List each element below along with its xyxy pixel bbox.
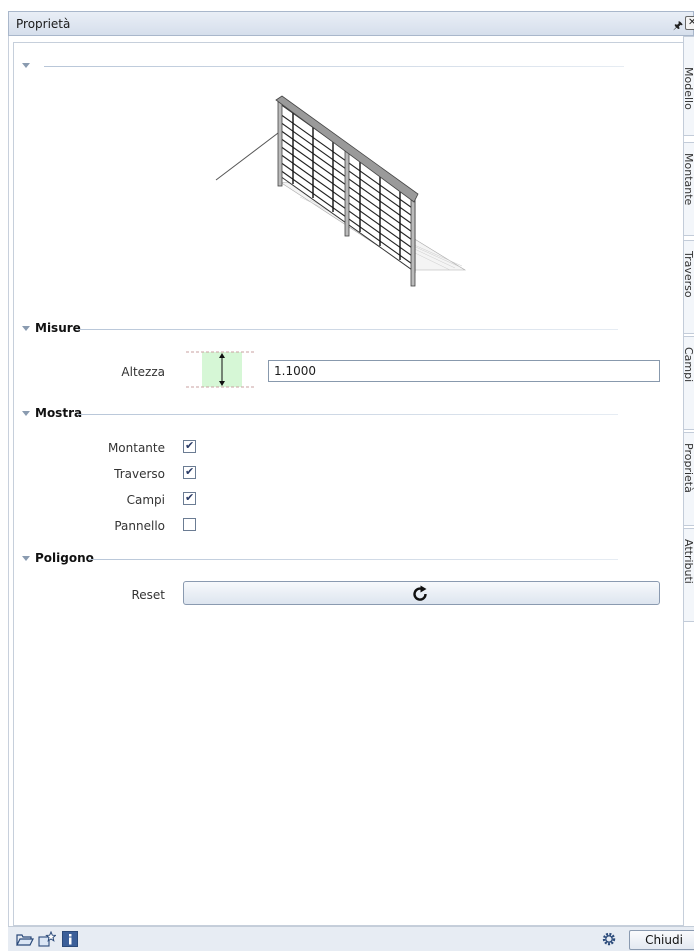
section-divider bbox=[78, 329, 618, 330]
tab-modello[interactable]: Modello bbox=[683, 36, 694, 136]
chiudi-button[interactable]: Chiudi bbox=[629, 930, 694, 950]
altezza-label: Altezza bbox=[121, 365, 165, 379]
status-bar: Chiudi bbox=[8, 926, 694, 951]
close-icon[interactable]: ✕ bbox=[685, 16, 694, 30]
tab-label: Campi bbox=[683, 347, 694, 383]
section-title: Poligono bbox=[35, 551, 94, 565]
traverso-label: Traverso bbox=[114, 467, 165, 481]
pannello-checkbox[interactable] bbox=[183, 518, 196, 531]
tab-attributi[interactable]: Attributi bbox=[683, 528, 694, 622]
montante-checkbox[interactable] bbox=[183, 439, 196, 453]
tab-traverso[interactable]: Traverso bbox=[683, 240, 694, 334]
section-title: Misure bbox=[35, 321, 81, 335]
tab-label: Montante bbox=[683, 153, 694, 206]
tab-campi[interactable]: Campi bbox=[683, 336, 694, 430]
mostra-section-header[interactable]: Mostra bbox=[22, 406, 622, 422]
pin-icon[interactable]: 🖈 bbox=[673, 17, 683, 36]
palette-title: Proprietà bbox=[16, 17, 71, 31]
tab-proprieta[interactable]: Proprietà bbox=[683, 432, 694, 526]
refresh-icon bbox=[413, 585, 427, 601]
campi-checkbox[interactable] bbox=[183, 491, 196, 505]
misure-section-header[interactable]: Misure bbox=[22, 321, 622, 337]
section-divider bbox=[78, 414, 618, 415]
tab-label: Proprietà bbox=[683, 443, 694, 493]
settings-icon[interactable] bbox=[600, 931, 618, 947]
side-tab-strip: Modello Montante Traverso Campi Propriet… bbox=[683, 36, 694, 660]
montante-label: Montante bbox=[107, 441, 165, 455]
favorites-icon[interactable] bbox=[38, 931, 56, 947]
altezza-input[interactable]: 1.1000 bbox=[268, 360, 660, 382]
collapse-triangle-icon[interactable] bbox=[22, 556, 30, 561]
railing-preview-image bbox=[215, 95, 467, 287]
tab-label: Modello bbox=[683, 67, 694, 110]
tab-label: Traverso bbox=[683, 251, 694, 298]
collapse-triangle-icon[interactable] bbox=[22, 326, 30, 331]
info-icon[interactable] bbox=[61, 931, 79, 947]
tab-label: Attributi bbox=[683, 539, 694, 584]
poligono-section-header[interactable]: Poligono bbox=[22, 551, 622, 567]
reset-button[interactable] bbox=[183, 581, 660, 605]
palette-titlebar: Proprietà 🖈 ✕ bbox=[8, 11, 694, 36]
pannello-label: Pannello bbox=[114, 519, 165, 533]
collapse-triangle-icon[interactable] bbox=[22, 63, 30, 68]
height-dimension-icon bbox=[186, 351, 256, 388]
section-divider bbox=[44, 66, 624, 67]
section-title: Mostra bbox=[35, 406, 83, 420]
collapse-triangle-icon[interactable] bbox=[22, 411, 30, 416]
reset-label: Reset bbox=[131, 588, 165, 602]
preview-section-header[interactable] bbox=[22, 58, 624, 74]
open-folder-icon[interactable] bbox=[16, 931, 34, 947]
traverso-checkbox[interactable] bbox=[183, 465, 196, 479]
campi-label: Campi bbox=[126, 493, 165, 507]
tab-montante[interactable]: Montante bbox=[683, 142, 694, 236]
section-divider bbox=[88, 559, 618, 560]
